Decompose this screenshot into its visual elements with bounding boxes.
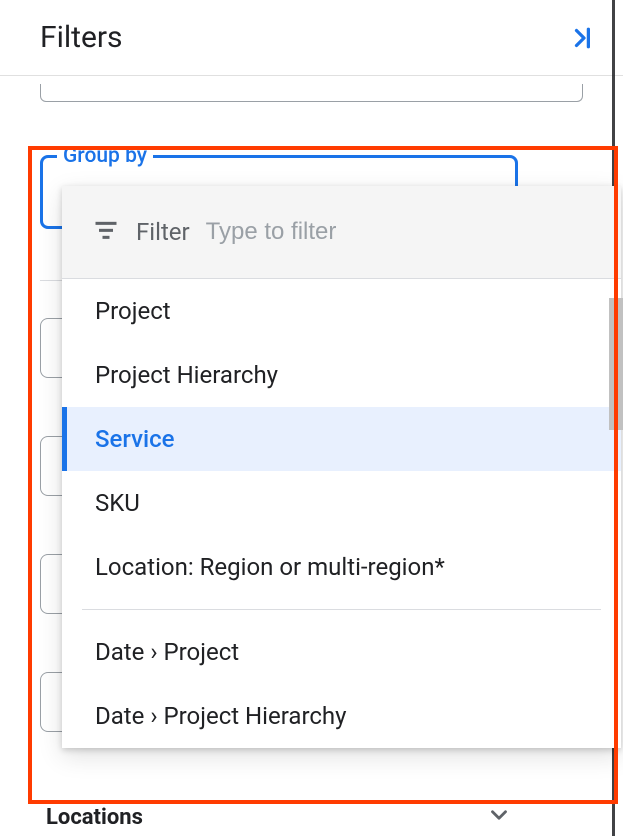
locations-section-header[interactable]: Locations — [40, 802, 518, 832]
filter-label: Filter — [136, 218, 190, 246]
dropdown-divider — [82, 609, 601, 610]
chevron-collapse-right-icon — [569, 23, 599, 53]
filters-title: Filters — [40, 20, 123, 55]
locations-label: Locations — [46, 805, 143, 830]
dropdown-filter-input[interactable] — [206, 218, 595, 246]
dropdown-option-date-project-hierarchy[interactable]: Date › Project Hierarchy — [62, 684, 621, 748]
collapse-panel-button[interactable] — [569, 23, 599, 53]
group-by-dropdown: Filter Project Project Hierarchy Service… — [62, 186, 621, 748]
dropdown-option-project-hierarchy[interactable]: Project Hierarchy — [62, 343, 621, 407]
dropdown-option-sku[interactable]: SKU — [62, 471, 621, 535]
dropdown-filter-bar: Filter — [62, 186, 621, 279]
scrollbar-thumb[interactable] — [609, 298, 623, 430]
dropdown-option-location[interactable]: Location: Region or multi-region* — [62, 535, 621, 599]
filter-icon — [92, 216, 120, 248]
filters-header: Filters — [0, 0, 623, 76]
dropdown-list[interactable]: Project Project Hierarchy Service SKU Lo… — [62, 279, 621, 748]
dropdown-option-date-project[interactable]: Date › Project — [62, 620, 621, 684]
chevron-down-icon — [486, 802, 512, 832]
dropdown-option-service[interactable]: Service — [62, 407, 621, 471]
dropdown-option-project[interactable]: Project — [62, 279, 621, 343]
group-by-legend: Group by — [57, 144, 153, 168]
previous-field-outline — [40, 84, 583, 102]
